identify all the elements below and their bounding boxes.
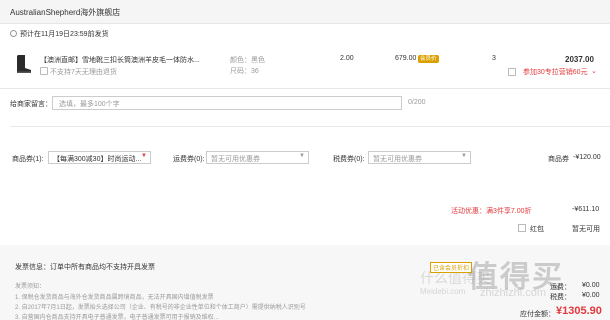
store-name[interactable]: AustralianShepherd海外旗舰店 [10, 7, 120, 18]
red-packet-status: 暂无可用 [572, 226, 600, 233]
message-label: 给商家留言： [10, 101, 52, 108]
message-placeholder: 选填，最多100个字 [59, 101, 120, 108]
subtotal: 2037.00 [565, 55, 594, 64]
chevron-down-icon: ▼ [299, 153, 305, 159]
merchant-coupon-label: 商品券(1): [12, 156, 44, 163]
promo-text[interactable]: 参加30专拉营销60元 [523, 67, 588, 77]
watermark-site-1: Meidebi.com [420, 287, 466, 296]
total-label: 应付金额： [520, 311, 555, 318]
shipping-coupon-label: 运费券(0): [173, 156, 205, 163]
promo-checkbox[interactable] [508, 68, 516, 76]
quantity: 3 [492, 55, 496, 62]
shipping-coupon-select[interactable]: 暂无可用优惠券 ▼ [206, 151, 309, 164]
summary-tax-label: 税费： [550, 294, 571, 301]
summary-tax-value: ¥0.00 [582, 292, 600, 299]
red-packet-label: 红包 [530, 226, 544, 233]
watermark-site-2: zhizhizhi.com [480, 287, 547, 299]
activity-discount-label: 活动优惠：满3件享7.00折 [451, 208, 532, 215]
merchant-coupon-value: 【每满300减30】时尚运动... [53, 156, 142, 163]
member-price: 679.00 [395, 55, 417, 62]
message-counter: 0/200 [408, 99, 426, 106]
return-policy: 不支持7天无理由退货 [50, 69, 117, 76]
delivery-estimate: 预计在11月19日23:59前发货 [20, 31, 109, 38]
unit-price: 2.00 [340, 55, 354, 62]
merchant-discount-value: -¥120.00 [573, 154, 601, 161]
product-size: 尺码：36 [230, 68, 259, 75]
member-price-badge: 会员价 [418, 55, 439, 63]
summary-shipping-label: 运费： [550, 284, 571, 291]
product-thumbnail[interactable] [12, 53, 34, 75]
merchant-coupon-select[interactable]: 【每满300减30】时尚运动... ▼ [48, 151, 151, 164]
invoice-note-2: 2. 自2017年7月1日起，发票抬头选择公司（企业、有税号的非企业性单位和个体… [15, 305, 306, 311]
invoice-notes-title: 发票须知： [15, 284, 46, 290]
tax-coupon-value: 暂无可用优惠券 [373, 156, 422, 163]
delivery-radio[interactable] [10, 30, 17, 37]
chevron-down-icon: ▼ [461, 153, 467, 159]
summary-shipping-value: ¥0.00 [582, 282, 600, 289]
shipping-coupon-value: 暂无可用优惠券 [211, 156, 260, 163]
chevron-down-icon: ▼ [141, 153, 147, 159]
invoice-note-1: 1. 保税仓发货商品与海外仓发货商品属跨境商品，无法开具国内增值税发票 [15, 295, 214, 301]
no-return-icon [40, 67, 48, 75]
product-title[interactable]: 【澳洲直邮】雪地靴三扣长筒澳洲羊皮毛一体防水... [40, 55, 200, 65]
tax-coupon-label: 税费券(0): [333, 156, 365, 163]
merchant-discount-label: 商品券 [548, 156, 569, 163]
promo-chevron-icon: ⌄ [591, 68, 597, 75]
message-input[interactable]: 选填，最多100个字 [52, 96, 402, 110]
product-color: 颜色：黑色 [230, 57, 265, 64]
invoice-note-3: 3. 自营国内仓商品支持开具电子普通发票，电子普通发票可用于报销及维权... [15, 315, 219, 320]
divider [0, 88, 610, 89]
activity-discount-value: -¥611.10 [572, 206, 600, 213]
total-value: ¥1305.90 [556, 305, 602, 317]
member-discount-tag: 已含会员折扣 [430, 262, 473, 273]
red-packet-checkbox[interactable] [518, 224, 526, 232]
invoice-info: 发票信息：订单中所有商品均不支持开具发票 [15, 264, 155, 271]
tax-coupon-select[interactable]: 暂无可用优惠券 ▼ [368, 151, 471, 164]
divider [10, 126, 610, 127]
boot-icon [17, 55, 31, 73]
